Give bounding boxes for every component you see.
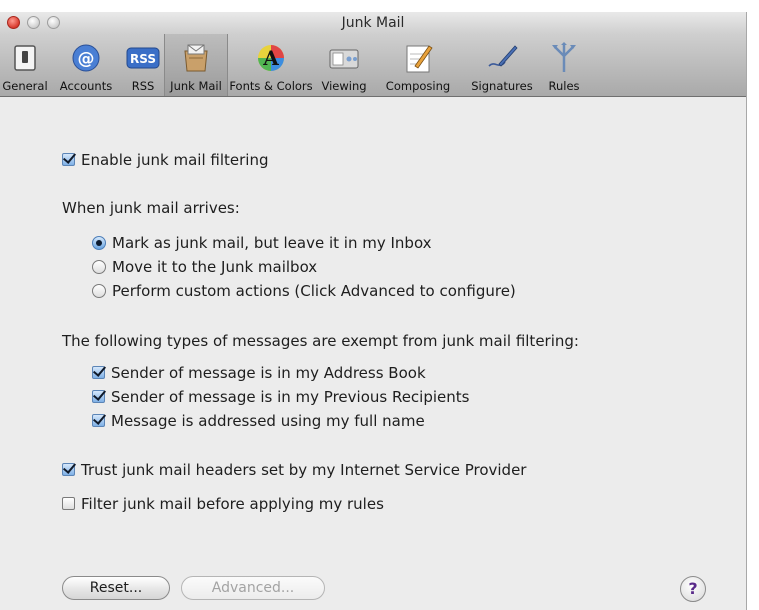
- radio-move-to-junk-label: Move it to the Junk mailbox: [112, 258, 318, 276]
- tab-signatures[interactable]: Signatures: [462, 34, 542, 96]
- junk-mail-settings-pane: Enable junk mail filtering When junk mai…: [0, 97, 746, 610]
- exempt-previous-recipients-label: Sender of message is in my Previous Reci…: [111, 388, 470, 406]
- fonts-colors-icon: A: [258, 45, 284, 71]
- tab-junk-mail-label: Junk Mail: [170, 79, 222, 93]
- tab-junk-mail[interactable]: Junk Mail: [164, 34, 228, 96]
- exempt-previous-recipients-checkmark[interactable]: [92, 390, 105, 403]
- signature-pen-icon: [488, 45, 518, 67]
- enable-filtering-checkmark[interactable]: [62, 153, 75, 166]
- tab-fonts-colors-label: Fonts & Colors: [229, 79, 313, 93]
- trust-headers-label: Trust junk mail headers set by my Intern…: [81, 461, 527, 479]
- radio-custom-actions[interactable]: Perform custom actions (Click Advanced t…: [92, 281, 516, 301]
- exempt-full-name-label: Message is addressed using my full name: [111, 412, 425, 430]
- preferences-window: Junk Mail General @ Accounts RSS RSS Jun…: [0, 12, 747, 610]
- trust-headers-checkbox[interactable]: Trust junk mail headers set by my Intern…: [62, 460, 526, 480]
- radio-custom-actions-button[interactable]: [92, 284, 106, 298]
- radio-custom-actions-label: Perform custom actions (Click Advanced t…: [112, 282, 516, 300]
- filter-before-rules-checkmark[interactable]: [62, 497, 75, 510]
- reset-button[interactable]: Reset...: [62, 576, 170, 600]
- tab-viewing-label: Viewing: [321, 79, 367, 93]
- trust-headers-checkmark[interactable]: [62, 463, 75, 476]
- tab-signatures-label: Signatures: [471, 79, 533, 93]
- tab-general-label: General: [2, 79, 48, 93]
- tab-viewing[interactable]: Viewing: [314, 34, 374, 96]
- radio-mark-as-junk-label: Mark as junk mail, but leave it in my In…: [112, 234, 432, 252]
- exempt-heading: The following types of messages are exem…: [62, 332, 579, 350]
- tab-rules[interactable]: Rules: [542, 34, 586, 96]
- exempt-address-book-label: Sender of message is in my Address Book: [111, 364, 426, 382]
- enable-filtering-label: Enable junk mail filtering: [81, 151, 269, 169]
- tab-composing[interactable]: Composing: [374, 34, 462, 96]
- enable-filtering-checkbox[interactable]: Enable junk mail filtering: [62, 150, 269, 170]
- filter-before-rules-checkbox[interactable]: Filter junk mail before applying my rule…: [62, 494, 384, 514]
- rss-badge-text: RSS: [130, 52, 156, 66]
- svg-text:@: @: [78, 49, 95, 69]
- window-title: Junk Mail: [341, 15, 405, 31]
- advanced-button: Advanced...: [181, 576, 325, 600]
- filter-before-rules-label: Filter junk mail before applying my rule…: [81, 495, 384, 513]
- tab-general[interactable]: General: [0, 34, 50, 96]
- arrival-heading: When junk mail arrives:: [62, 199, 240, 217]
- radio-move-to-junk-button[interactable]: [92, 260, 106, 274]
- tab-rules-label: Rules: [548, 79, 580, 93]
- radio-move-to-junk[interactable]: Move it to the Junk mailbox: [92, 257, 317, 277]
- exempt-address-book-checkmark[interactable]: [92, 366, 105, 379]
- radio-mark-as-junk[interactable]: Mark as junk mail, but leave it in my In…: [92, 233, 432, 253]
- viewing-icon: [329, 49, 359, 69]
- tab-fonts-colors[interactable]: A Fonts & Colors: [228, 34, 314, 96]
- rss-badge-icon: RSS: [126, 47, 160, 69]
- composing-pencil-icon: [406, 45, 433, 73]
- rules-arrows-icon: [552, 42, 576, 72]
- exempt-previous-recipients-checkbox[interactable]: Sender of message is in my Previous Reci…: [92, 387, 469, 407]
- tab-rss[interactable]: RSS RSS: [122, 34, 164, 96]
- exempt-full-name-checkbox[interactable]: Message is addressed using my full name: [92, 411, 425, 431]
- fonts-icon-letter: A: [262, 46, 279, 70]
- tab-rss-label: RSS: [131, 79, 155, 93]
- exempt-full-name-checkmark[interactable]: [92, 414, 105, 427]
- title-bar[interactable]: Junk Mail: [0, 12, 746, 34]
- junk-mail-bin-icon: [184, 44, 208, 72]
- help-button[interactable]: ?: [680, 576, 706, 602]
- preferences-toolbar: General @ Accounts RSS RSS Junk Mail A F…: [0, 34, 746, 97]
- tab-accounts[interactable]: @ Accounts: [50, 34, 122, 96]
- radio-mark-as-junk-button[interactable]: [92, 236, 106, 250]
- at-sign-icon: @: [72, 44, 100, 72]
- tab-accounts-label: Accounts: [59, 79, 113, 93]
- tab-composing-label: Composing: [385, 79, 451, 93]
- general-switch-icon: [14, 45, 36, 71]
- exempt-address-book-checkbox[interactable]: Sender of message is in my Address Book: [92, 363, 426, 383]
